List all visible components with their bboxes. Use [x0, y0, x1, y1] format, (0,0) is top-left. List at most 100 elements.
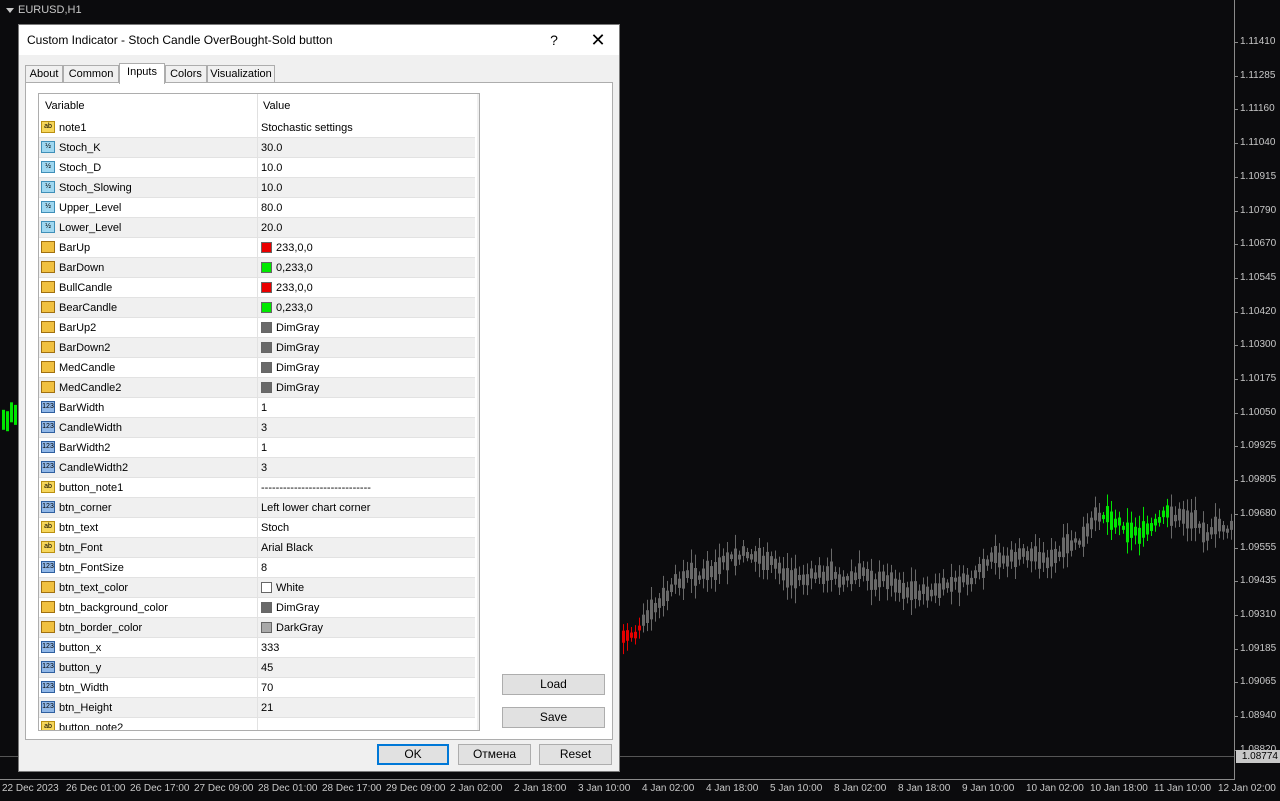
- param-value[interactable]: Stoch: [261, 522, 289, 534]
- param-row[interactable]: BearCandle 0,233,0: [39, 298, 475, 318]
- param-value[interactable]: DarkGray: [261, 622, 323, 634]
- param-value-text: 233,0,0: [276, 242, 313, 254]
- param-row[interactable]: ab btn_Font Arial Black: [39, 538, 475, 558]
- param-row[interactable]: 123 BarWidth2 1: [39, 438, 475, 458]
- color-swatch[interactable]: [261, 582, 272, 593]
- param-value[interactable]: DimGray: [261, 602, 319, 614]
- param-value[interactable]: Stochastic settings: [261, 122, 353, 134]
- cancel-button[interactable]: Отмена: [458, 744, 531, 765]
- param-value[interactable]: Left lower chart corner: [261, 502, 370, 514]
- param-value[interactable]: 3: [261, 462, 267, 474]
- color-swatch[interactable]: [261, 342, 272, 353]
- header-variable[interactable]: Variable: [45, 100, 85, 112]
- param-value[interactable]: 20.0: [261, 222, 282, 234]
- reset-button[interactable]: Reset: [539, 744, 612, 765]
- param-value[interactable]: 10.0: [261, 162, 282, 174]
- candle: [1046, 557, 1049, 569]
- param-row[interactable]: ½ Lower_Level 20.0: [39, 218, 475, 238]
- param-value[interactable]: DimGray: [261, 362, 319, 374]
- dialog-titlebar[interactable]: Custom Indicator - Stoch Candle OverBoug…: [19, 25, 619, 55]
- param-row[interactable]: ½ Stoch_Slowing 10.0: [39, 178, 475, 198]
- param-value[interactable]: 233,0,0: [261, 282, 313, 294]
- color-swatch[interactable]: [261, 622, 272, 633]
- chart-menu-icon[interactable]: [6, 7, 14, 13]
- param-value[interactable]: Arial Black: [261, 542, 313, 554]
- param-value-text: DimGray: [276, 602, 320, 614]
- param-value[interactable]: 10.0: [261, 182, 282, 194]
- param-value[interactable]: 233,0,0: [261, 242, 313, 254]
- param-row[interactable]: ½ Stoch_K 30.0: [39, 138, 475, 158]
- param-row[interactable]: btn_text_color White: [39, 578, 475, 598]
- param-row[interactable]: BarUp 233,0,0: [39, 238, 475, 258]
- header-value[interactable]: Value: [263, 100, 290, 112]
- param-value[interactable]: 8: [261, 562, 267, 574]
- param-row[interactable]: 123 BarWidth 1: [39, 398, 475, 418]
- param-row[interactable]: 123 btn_Height 21: [39, 698, 475, 718]
- save-button[interactable]: Save: [502, 707, 605, 728]
- param-row[interactable]: ab button_note1 --------------------------…: [39, 478, 475, 498]
- param-variable: BearCandle: [59, 302, 118, 314]
- tab-about[interactable]: About: [25, 65, 63, 83]
- help-button[interactable]: ?: [543, 29, 565, 51]
- param-value[interactable]: ------------------------------: [261, 482, 371, 494]
- color-swatch[interactable]: [261, 242, 272, 253]
- param-value[interactable]: 1: [261, 442, 267, 454]
- tab-inputs[interactable]: Inputs: [119, 63, 165, 84]
- param-row[interactable]: ½ Stoch_D 10.0: [39, 158, 475, 178]
- param-value[interactable]: 30.0: [261, 142, 282, 154]
- param-row[interactable]: BarDown 0,233,0: [39, 258, 475, 278]
- param-row[interactable]: ab btn_text Stoch: [39, 518, 475, 538]
- grid-scrollbar[interactable]: ▲ ▼: [477, 94, 480, 730]
- param-value[interactable]: 0,233,0: [261, 262, 313, 274]
- scroll-thumb[interactable]: [479, 112, 480, 692]
- param-value[interactable]: DimGray: [261, 342, 319, 354]
- param-row[interactable]: 123 CandleWidth2 3: [39, 458, 475, 478]
- param-row[interactable]: MedCandle DimGray: [39, 358, 475, 378]
- param-row[interactable]: 123 button_x 333: [39, 638, 475, 658]
- param-row[interactable]: 123 btn_Width 70: [39, 678, 475, 698]
- param-value[interactable]: 0,233,0: [261, 302, 313, 314]
- param-value[interactable]: 80.0: [261, 202, 282, 214]
- color-swatch[interactable]: [261, 302, 272, 313]
- param-value[interactable]: 70: [261, 682, 273, 694]
- candle: [1106, 506, 1109, 523]
- param-row[interactable]: BullCandle 233,0,0: [39, 278, 475, 298]
- color-swatch[interactable]: [261, 322, 272, 333]
- tab-common[interactable]: Common: [63, 65, 119, 83]
- param-row[interactable]: 123 btn_FontSize 8: [39, 558, 475, 578]
- param-row[interactable]: ab note1 Stochastic settings: [39, 118, 475, 138]
- candle: [814, 572, 817, 579]
- color-swatch[interactable]: [261, 262, 272, 273]
- scroll-down-icon[interactable]: ▼: [477, 712, 479, 728]
- scroll-up-icon[interactable]: ▲: [477, 94, 479, 110]
- param-row[interactable]: BarUp2 DimGray: [39, 318, 475, 338]
- param-row[interactable]: 123 btn_corner Left lower chart corner: [39, 498, 475, 518]
- param-value[interactable]: 3: [261, 422, 267, 434]
- param-value[interactable]: DimGray: [261, 382, 319, 394]
- param-value[interactable]: 21: [261, 702, 273, 714]
- param-row[interactable]: BarDown2 DimGray: [39, 338, 475, 358]
- tab-visualization[interactable]: Visualization: [207, 65, 275, 83]
- param-row[interactable]: MedCandle2 DimGray: [39, 378, 475, 398]
- color-swatch[interactable]: [261, 362, 272, 373]
- param-row[interactable]: btn_background_color DimGray: [39, 598, 475, 618]
- ok-button[interactable]: OK: [377, 744, 449, 765]
- param-value[interactable]: 1: [261, 402, 267, 414]
- color-swatch[interactable]: [261, 602, 272, 613]
- param-value[interactable]: DimGray: [261, 322, 319, 334]
- load-button[interactable]: Load: [502, 674, 605, 695]
- color-swatch[interactable]: [261, 382, 272, 393]
- param-value[interactable]: 45: [261, 662, 273, 674]
- tab-colors[interactable]: Colors: [165, 65, 207, 83]
- param-row[interactable]: 123 button_y 45: [39, 658, 475, 678]
- param-row[interactable]: btn_border_color DarkGray: [39, 618, 475, 638]
- param-row[interactable]: ab button_note2: [39, 718, 475, 730]
- param-row[interactable]: ½ Upper_Level 80.0: [39, 198, 475, 218]
- header-divider[interactable]: [257, 94, 258, 118]
- param-value[interactable]: 333: [261, 642, 279, 654]
- color-swatch[interactable]: [261, 282, 272, 293]
- param-row[interactable]: 123 CandleWidth 3: [39, 418, 475, 438]
- close-button[interactable]: ✕: [587, 29, 609, 51]
- param-value[interactable]: White: [261, 582, 304, 594]
- dialog-title: Custom Indicator - Stoch Candle OverBoug…: [27, 33, 333, 47]
